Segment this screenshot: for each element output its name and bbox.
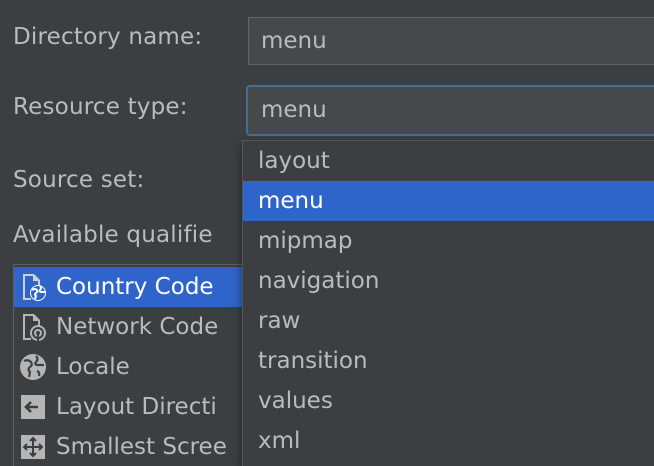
source-set-label: Source set:	[13, 167, 145, 193]
available-qualifiers-list[interactable]: Country Code Network Code Locale Layout …	[13, 264, 273, 466]
option-values[interactable]: values	[243, 381, 654, 421]
option-mipmap[interactable]: mipmap	[243, 221, 654, 261]
option-xml[interactable]: xml	[243, 421, 654, 461]
qualifier-item-smallest-screen[interactable]: Smallest Scree	[14, 427, 272, 466]
qualifier-item-label: Layout Directi	[56, 394, 217, 420]
smallest-screen-icon	[21, 435, 45, 459]
qualifier-item-network-code[interactable]: Network Code	[14, 307, 272, 347]
qualifier-item-label: Smallest Scree	[56, 434, 227, 460]
qualifier-item-label: Locale	[56, 354, 130, 380]
option-transition[interactable]: transition	[243, 341, 654, 381]
network-code-icon	[23, 314, 46, 341]
available-qualifiers-label: Available qualifie	[13, 222, 213, 248]
directory-name-field[interactable]: menu	[248, 17, 654, 65]
qualifier-item-layout-direction[interactable]: Layout Directi	[14, 387, 272, 427]
new-resource-directory-dialog: Directory name: menu Resource type: menu…	[0, 0, 654, 466]
resource-type-dropdown-list[interactable]: layout menu mipmap navigation raw transi…	[242, 140, 654, 466]
option-menu[interactable]: menu	[243, 181, 654, 221]
layout-direction-icon	[21, 395, 45, 419]
qualifier-item-label: Network Code	[56, 314, 219, 340]
country-code-icon	[23, 274, 46, 301]
resource-type-label: Resource type:	[13, 94, 188, 120]
option-layout[interactable]: layout	[243, 141, 654, 181]
resource-type-combobox[interactable]: menu	[246, 85, 654, 136]
qualifier-item-locale[interactable]: Locale	[14, 347, 272, 387]
qualifier-item-label: Country Code	[56, 274, 214, 300]
globe-icon	[20, 354, 46, 380]
option-raw[interactable]: raw	[243, 301, 654, 341]
qualifier-item-country-code[interactable]: Country Code	[14, 267, 272, 307]
option-navigation[interactable]: navigation	[243, 261, 654, 301]
directory-name-label: Directory name:	[13, 24, 203, 50]
